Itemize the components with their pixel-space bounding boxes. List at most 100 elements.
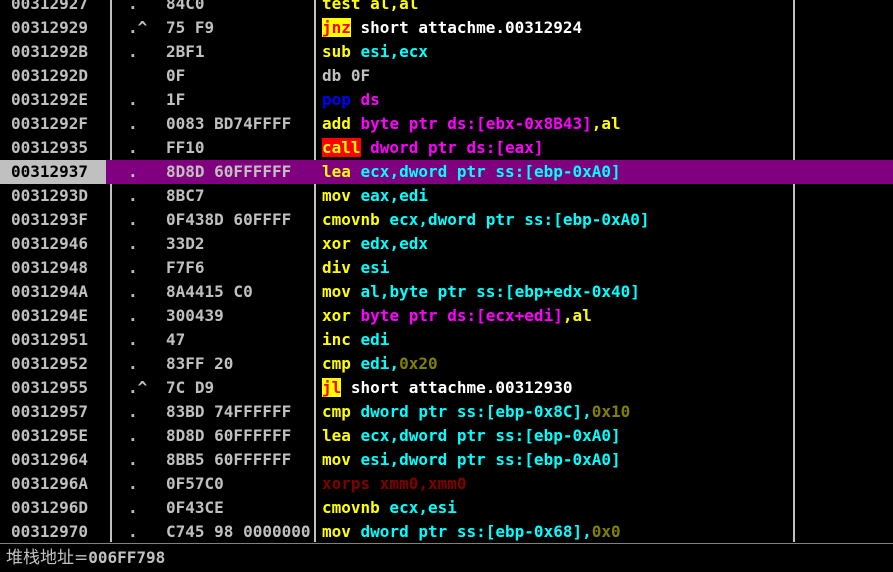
row-address: 0031293F <box>11 210 89 229</box>
row-address: 00312952 <box>11 354 89 373</box>
row-jump-marker: . <box>128 474 138 493</box>
row-jump-marker: . <box>128 306 138 325</box>
row-hex-bytes: 1F <box>166 90 186 109</box>
disasm-row[interactable]: 0031292E. 1F pop ds <box>0 88 893 112</box>
operand: ,al <box>591 114 621 133</box>
operand: short attachme.00312924 <box>350 18 583 37</box>
row-instruction: lea ecx,dword ptr ss:[ebp-0xA0] <box>322 160 792 184</box>
disasm-row[interactable]: 0031293F. 0F438D 60FFFF cmovnb ecx,dword p… <box>0 208 893 232</box>
row-address: 00312951 <box>11 330 89 349</box>
disasm-row[interactable]: 00312952. 83FF 20 cmp edi,0x20 <box>0 352 893 376</box>
row-instruction: call dword ptr ds:[eax] <box>322 136 792 160</box>
disasm-row[interactable]: 0031294E. 300439 xor byte ptr ds:[ecx+edi]… <box>0 304 893 328</box>
operand: byte ptr ds:[ecx+edi] <box>350 306 563 325</box>
mnemonic: xor <box>322 306 351 325</box>
operand: ecx, <box>350 162 400 181</box>
row-address: 0031292F <box>11 114 89 133</box>
mnemonic: mov <box>322 282 351 301</box>
row-address: 00312955 <box>11 378 89 397</box>
disasm-row[interactable]: 00312935. FF10 call dword ptr ds:[eax] <box>0 136 893 160</box>
row-address: 0031293D <box>11 186 89 205</box>
operand: ecx,esi <box>379 498 457 517</box>
mnemonic: lea <box>322 162 351 181</box>
row-jump-marker: . <box>128 138 138 157</box>
operand: 0x20 <box>399 354 438 373</box>
mnemonic: sub <box>322 42 351 61</box>
row-hex-bytes: 300439 <box>166 306 224 325</box>
disasm-row[interactable]: 00312948. F7F6 div esi <box>0 256 893 280</box>
disasm-row[interactable]: 0031294A. 8A4415 C0 mov al,byte ptr ss:[eb… <box>0 280 893 304</box>
operand: edx,edx <box>350 234 428 253</box>
disassembly-pane[interactable]: 00312927. 84C0 test al,al 00312929 .^ 75 F9 jn… <box>0 0 893 542</box>
mnemonic: cmovnb <box>322 210 380 229</box>
row-address: 00312946 <box>11 234 89 253</box>
row-hex-bytes: 0F57C0 <box>166 474 224 493</box>
row-instruction: xor edx,edx <box>322 232 792 256</box>
mnemonic: cmp <box>322 402 351 421</box>
row-instruction: db 0F <box>322 64 792 88</box>
operand: dword ptr ss:[ebp-0x68] <box>350 522 583 541</box>
mnemonic: add <box>322 114 351 133</box>
operand: 0x10 <box>591 402 631 421</box>
status-value: 006FF798 <box>88 548 166 567</box>
disasm-row[interactable]: 0031293D. 8BC7 mov eax,edi <box>0 184 893 208</box>
disasm-row[interactable]: 00312964. 8BB5 60FFFFFF mov esi,dword ptr … <box>0 448 893 472</box>
operand: ecx,dword ptr ss:[ebp-0xA0] <box>350 426 621 445</box>
disasm-row[interactable]: 0031292F. 0083 BD74FFFF add byte ptr ds:[e… <box>0 112 893 136</box>
row-address: 00312935 <box>11 138 89 157</box>
row-jump-marker: . <box>128 210 138 229</box>
row-jump-marker: . <box>128 330 138 349</box>
operand: al,byte ptr ss:[ebp+edx-0x40] <box>350 282 640 301</box>
row-hex-bytes: 0F <box>166 66 186 85</box>
mnemonic: xorps xmm0,xmm0 <box>322 474 467 493</box>
row-instruction: cmovnb ecx,dword ptr ss:[ebp-0xA0] <box>322 208 792 232</box>
row-instruction: mov al,byte ptr ss:[ebp+edx-0x40] <box>322 280 792 304</box>
operand: , <box>582 402 592 421</box>
operand: esi,ecx <box>350 42 428 61</box>
disasm-row[interactable]: 00312970. C745 98 0000000 mov dword ptr ss… <box>0 520 893 542</box>
row-hex-bytes: 83FF 20 <box>166 354 234 373</box>
mnemonic: mov <box>322 186 351 205</box>
row-hex-bytes: 7C D9 <box>166 378 215 397</box>
disasm-row[interactable]: 0031296A. 0F57C0 xorps xmm0,xmm0 <box>0 472 893 496</box>
mnemonic: mov <box>322 522 351 541</box>
disasm-row[interactable]: 00312946. 33D2 xor edx,edx <box>0 232 893 256</box>
row-address: 00312948 <box>11 258 89 277</box>
row-jump-marker: . <box>128 0 138 13</box>
row-instruction: xor byte ptr ds:[ecx+edi],al <box>322 304 792 328</box>
operand: ecx,dword ptr ss:[ebp-0xA0] <box>379 210 650 229</box>
status-label: 堆栈地址= <box>6 548 89 568</box>
row-address: 00312970 <box>11 522 89 541</box>
row-hex-bytes: 83BD 74FFFFFF <box>166 402 292 421</box>
disasm-row[interactable]: 0031292B. 2BF1 sub esi,ecx <box>0 40 893 64</box>
row-jump-marker: . <box>128 186 138 205</box>
disasm-row[interactable]: 0031295E. 8D8D 60FFFFFF lea ecx,dword ptr … <box>0 424 893 448</box>
row-instruction: mov dword ptr ss:[ebp-0x68],0x0 <box>322 520 792 542</box>
disasm-row[interactable]: 00312951. 47 inc edi <box>0 328 893 352</box>
row-hex-bytes: 84C0 <box>166 0 205 13</box>
disasm-row[interactable]: 00312955 .^ 7C D9 jl short attachme.0031293… <box>0 376 893 400</box>
row-instruction: lea ecx,dword ptr ss:[ebp-0xA0] <box>322 424 792 448</box>
row-jump-marker: . <box>128 90 138 109</box>
operand: , <box>582 522 592 541</box>
disasm-row[interactable]: 00312929 .^ 75 F9 jnz short attachme.003129… <box>0 16 893 40</box>
disasm-row[interactable]: 00312927. 84C0 test al,al <box>0 0 893 16</box>
row-address: 0031292D <box>11 66 89 85</box>
row-hex-bytes: 8D8D 60FFFFFF <box>166 162 292 181</box>
disasm-row[interactable]: 0031296D. 0F43CE cmovnb ecx,esi <box>0 496 893 520</box>
row-address: 00312964 <box>11 450 89 469</box>
disasm-row-selected[interactable]: 00312937. 8D8D 60FFFFFF lea ecx,dword ptr … <box>0 160 893 184</box>
row-hex-bytes: 8BB5 60FFFFFF <box>166 450 292 469</box>
row-instruction: div esi <box>322 256 792 280</box>
mnemonic: pop <box>322 90 351 109</box>
disasm-row[interactable]: 0031292D 0F db 0F <box>0 64 893 88</box>
operand: ,al <box>562 306 592 325</box>
row-address: 0031295E <box>11 426 89 445</box>
operand: edi, <box>350 354 400 373</box>
row-jump-marker: .^ <box>128 18 148 37</box>
row-instruction: pop ds <box>322 88 792 112</box>
disasm-row[interactable]: 00312957. 83BD 74FFFFFF cmp dword ptr ss:[… <box>0 400 893 424</box>
row-jump-marker: . <box>128 498 138 517</box>
mnemonic: inc <box>322 330 351 349</box>
operand: ds <box>350 90 380 109</box>
